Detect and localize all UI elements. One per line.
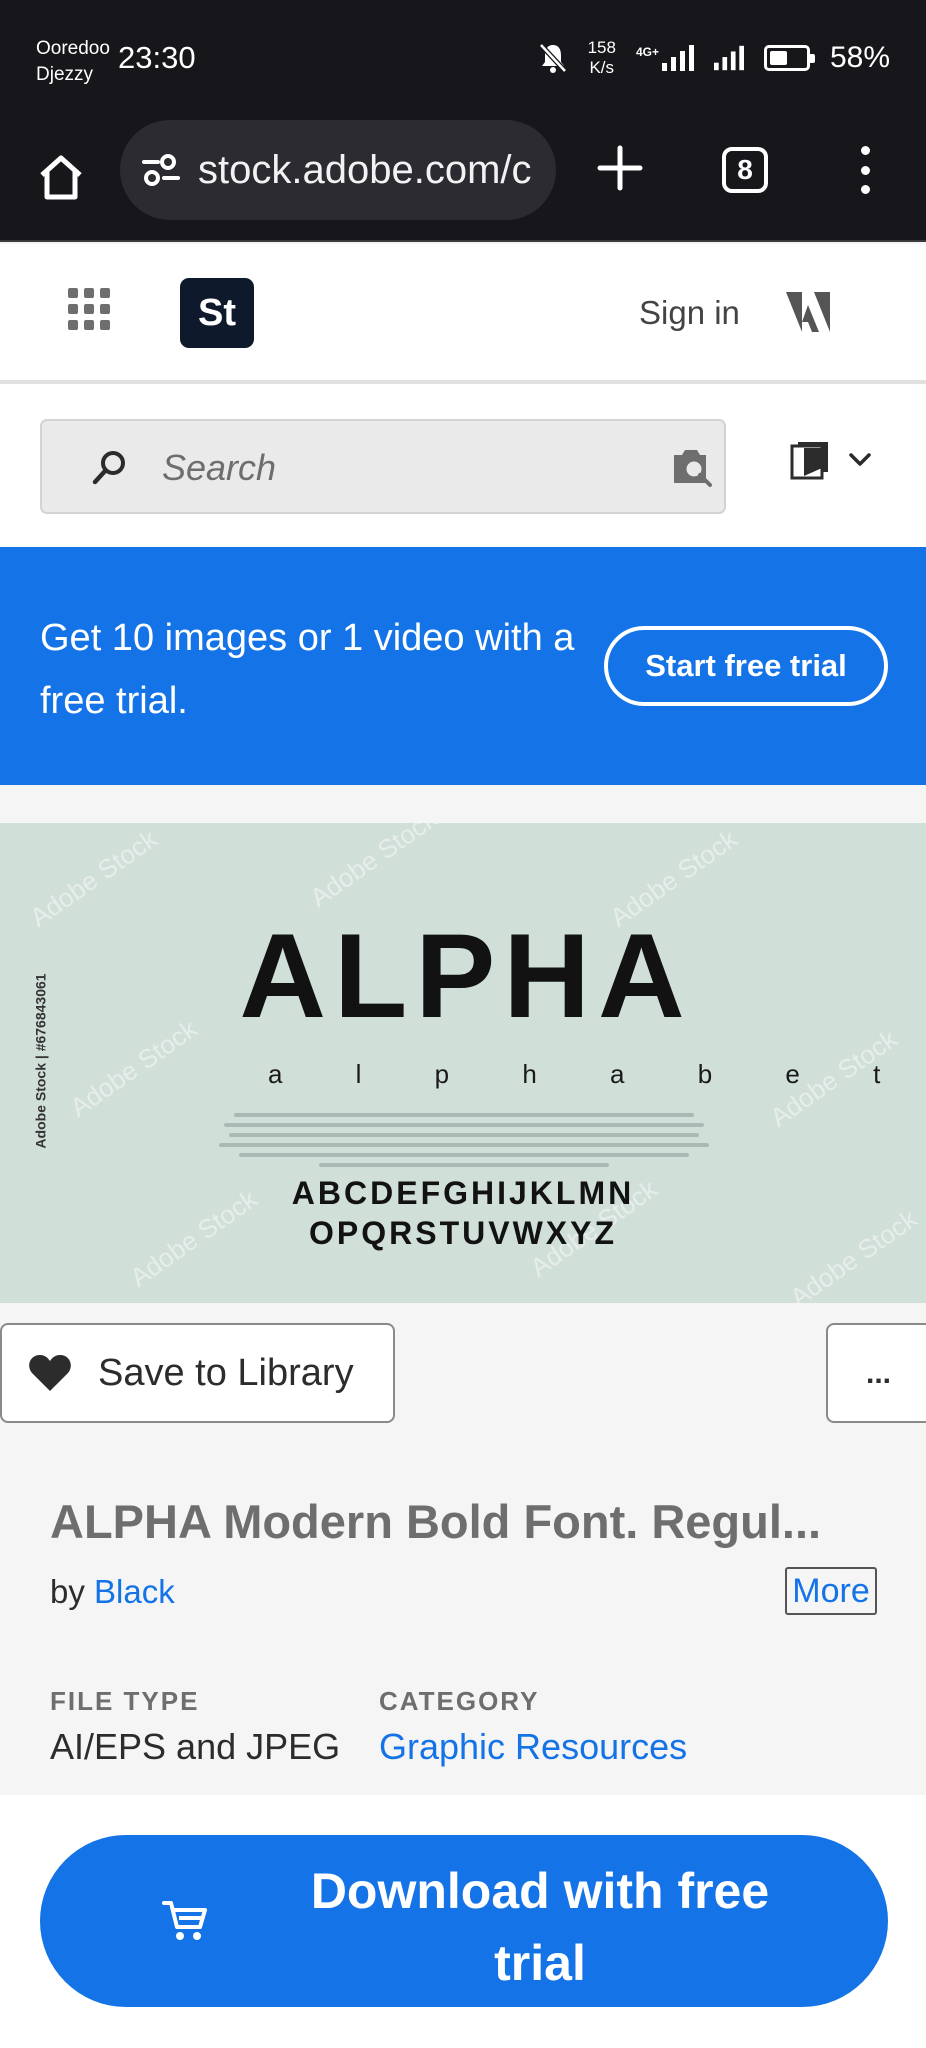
category-label: CATEGORY [379, 1686, 540, 1716]
signal-4g-icon: 4G+ [636, 45, 694, 71]
adobe-logo-icon[interactable] [786, 292, 830, 332]
browser-toolbar: stock.adobe.com/c 8 [0, 118, 926, 242]
carrier-names: Ooredoo Djezzy [36, 36, 110, 88]
watermark: Adobe Stock [784, 1203, 923, 1303]
site-settings-icon[interactable] [140, 152, 182, 188]
net-speed-unit: K/s [589, 58, 615, 77]
author-link[interactable]: Black [94, 1573, 175, 1610]
sign-in-link[interactable]: Sign in [639, 294, 740, 332]
asset-title: ALPHA Modern Bold Font. Regul... [50, 1495, 822, 1548]
new-tab-button[interactable] [590, 138, 650, 198]
battery-icon [763, 45, 815, 71]
menu-dot [860, 185, 870, 194]
search-row: Search [0, 384, 926, 547]
app-switcher-icon[interactable] [68, 288, 110, 330]
preview-subtitle: a l p h a b e t [268, 1059, 914, 1089]
asset-type-icon [790, 442, 828, 480]
watermark: Adobe Stock [64, 1013, 203, 1123]
more-actions-button[interactable]: ... [826, 1323, 926, 1423]
menu-dot [860, 165, 870, 175]
preview-title: ALPHA [239, 909, 693, 1043]
free-trial-banner: Get 10 images or 1 video with a free tri… [0, 547, 926, 785]
carrier-2: Djezzy [36, 64, 94, 85]
home-button[interactable] [28, 144, 94, 210]
battery-percent: 58% [829, 41, 890, 74]
net-speed-value: 158 [587, 38, 616, 57]
net-speed: 158 K/s [588, 38, 616, 78]
site-header: St Sign in [0, 244, 926, 384]
battery-fill [769, 51, 788, 65]
menu-dot [860, 146, 870, 155]
byline-prefix: by [50, 1573, 85, 1610]
byline: by Black [50, 1573, 175, 1611]
asset-type-dropdown[interactable] [790, 440, 872, 480]
save-to-library-label: Save to Library [98, 1351, 354, 1394]
visual-search-icon[interactable] [672, 445, 714, 489]
file-type-value: AI/EPS and JPEG [50, 1726, 341, 1767]
download-bar: Download with free trial [0, 1795, 926, 2048]
save-to-library-button[interactable]: Save to Library [0, 1323, 395, 1423]
more-link[interactable]: More [785, 1567, 877, 1615]
category-link[interactable]: Graphic Resources [379, 1726, 687, 1768]
file-type-label: FILE TYPE [50, 1686, 200, 1716]
chevron-down-icon [849, 453, 871, 466]
tab-switcher-button[interactable]: 8 [722, 147, 768, 193]
page: Ooredoo Djezzy 23:30 158 K/s 4G+ 58% sto… [0, 0, 926, 2048]
adobe-stock-logo[interactable]: St [180, 278, 254, 348]
bell-off-icon [538, 43, 567, 73]
network-type-label: 4G+ [635, 45, 659, 59]
address-bar[interactable]: stock.adobe.com/c [120, 120, 556, 220]
preview-alphabet-line: OPQRSTUVWXYZ [308, 1215, 617, 1251]
home-icon [40, 155, 82, 200]
watermark: Adobe Stock [304, 823, 443, 913]
status-icons: 158 K/s 4G+ 58% [538, 38, 890, 78]
start-free-trial-button[interactable]: Start free trial [604, 626, 888, 706]
search-input[interactable]: Search [40, 419, 726, 514]
search-placeholder: Search [162, 447, 277, 488]
watermark: Adobe Stock [24, 823, 163, 933]
download-free-trial-button[interactable]: Download with free trial [40, 1835, 888, 2007]
preview-body-text [214, 1113, 714, 1173]
preview-alphabet-line: ABCDEFGHIJKLMN [291, 1175, 635, 1211]
promo-text: Get 10 images or 1 video with a free tri… [40, 617, 575, 722]
browser-menu-button[interactable] [850, 140, 880, 200]
download-button-label: Download with free trial [310, 1863, 770, 1991]
carrier-1: Ooredoo [36, 38, 110, 59]
heart-icon [29, 1355, 71, 1391]
status-time: 23:30 [118, 40, 196, 75]
search-icon [92, 451, 125, 485]
stock-credit: Adobe Stock | #676843061 [32, 973, 49, 1149]
url-text: stock.adobe.com/c [198, 147, 532, 192]
status-bar: Ooredoo Djezzy 23:30 158 K/s 4G+ 58% [0, 0, 926, 118]
cart-icon [162, 1901, 207, 1940]
signal-icon [713, 45, 744, 71]
asset-preview-image[interactable]: Adobe Stock Adobe Stock Adobe Stock Adob… [0, 823, 926, 1303]
